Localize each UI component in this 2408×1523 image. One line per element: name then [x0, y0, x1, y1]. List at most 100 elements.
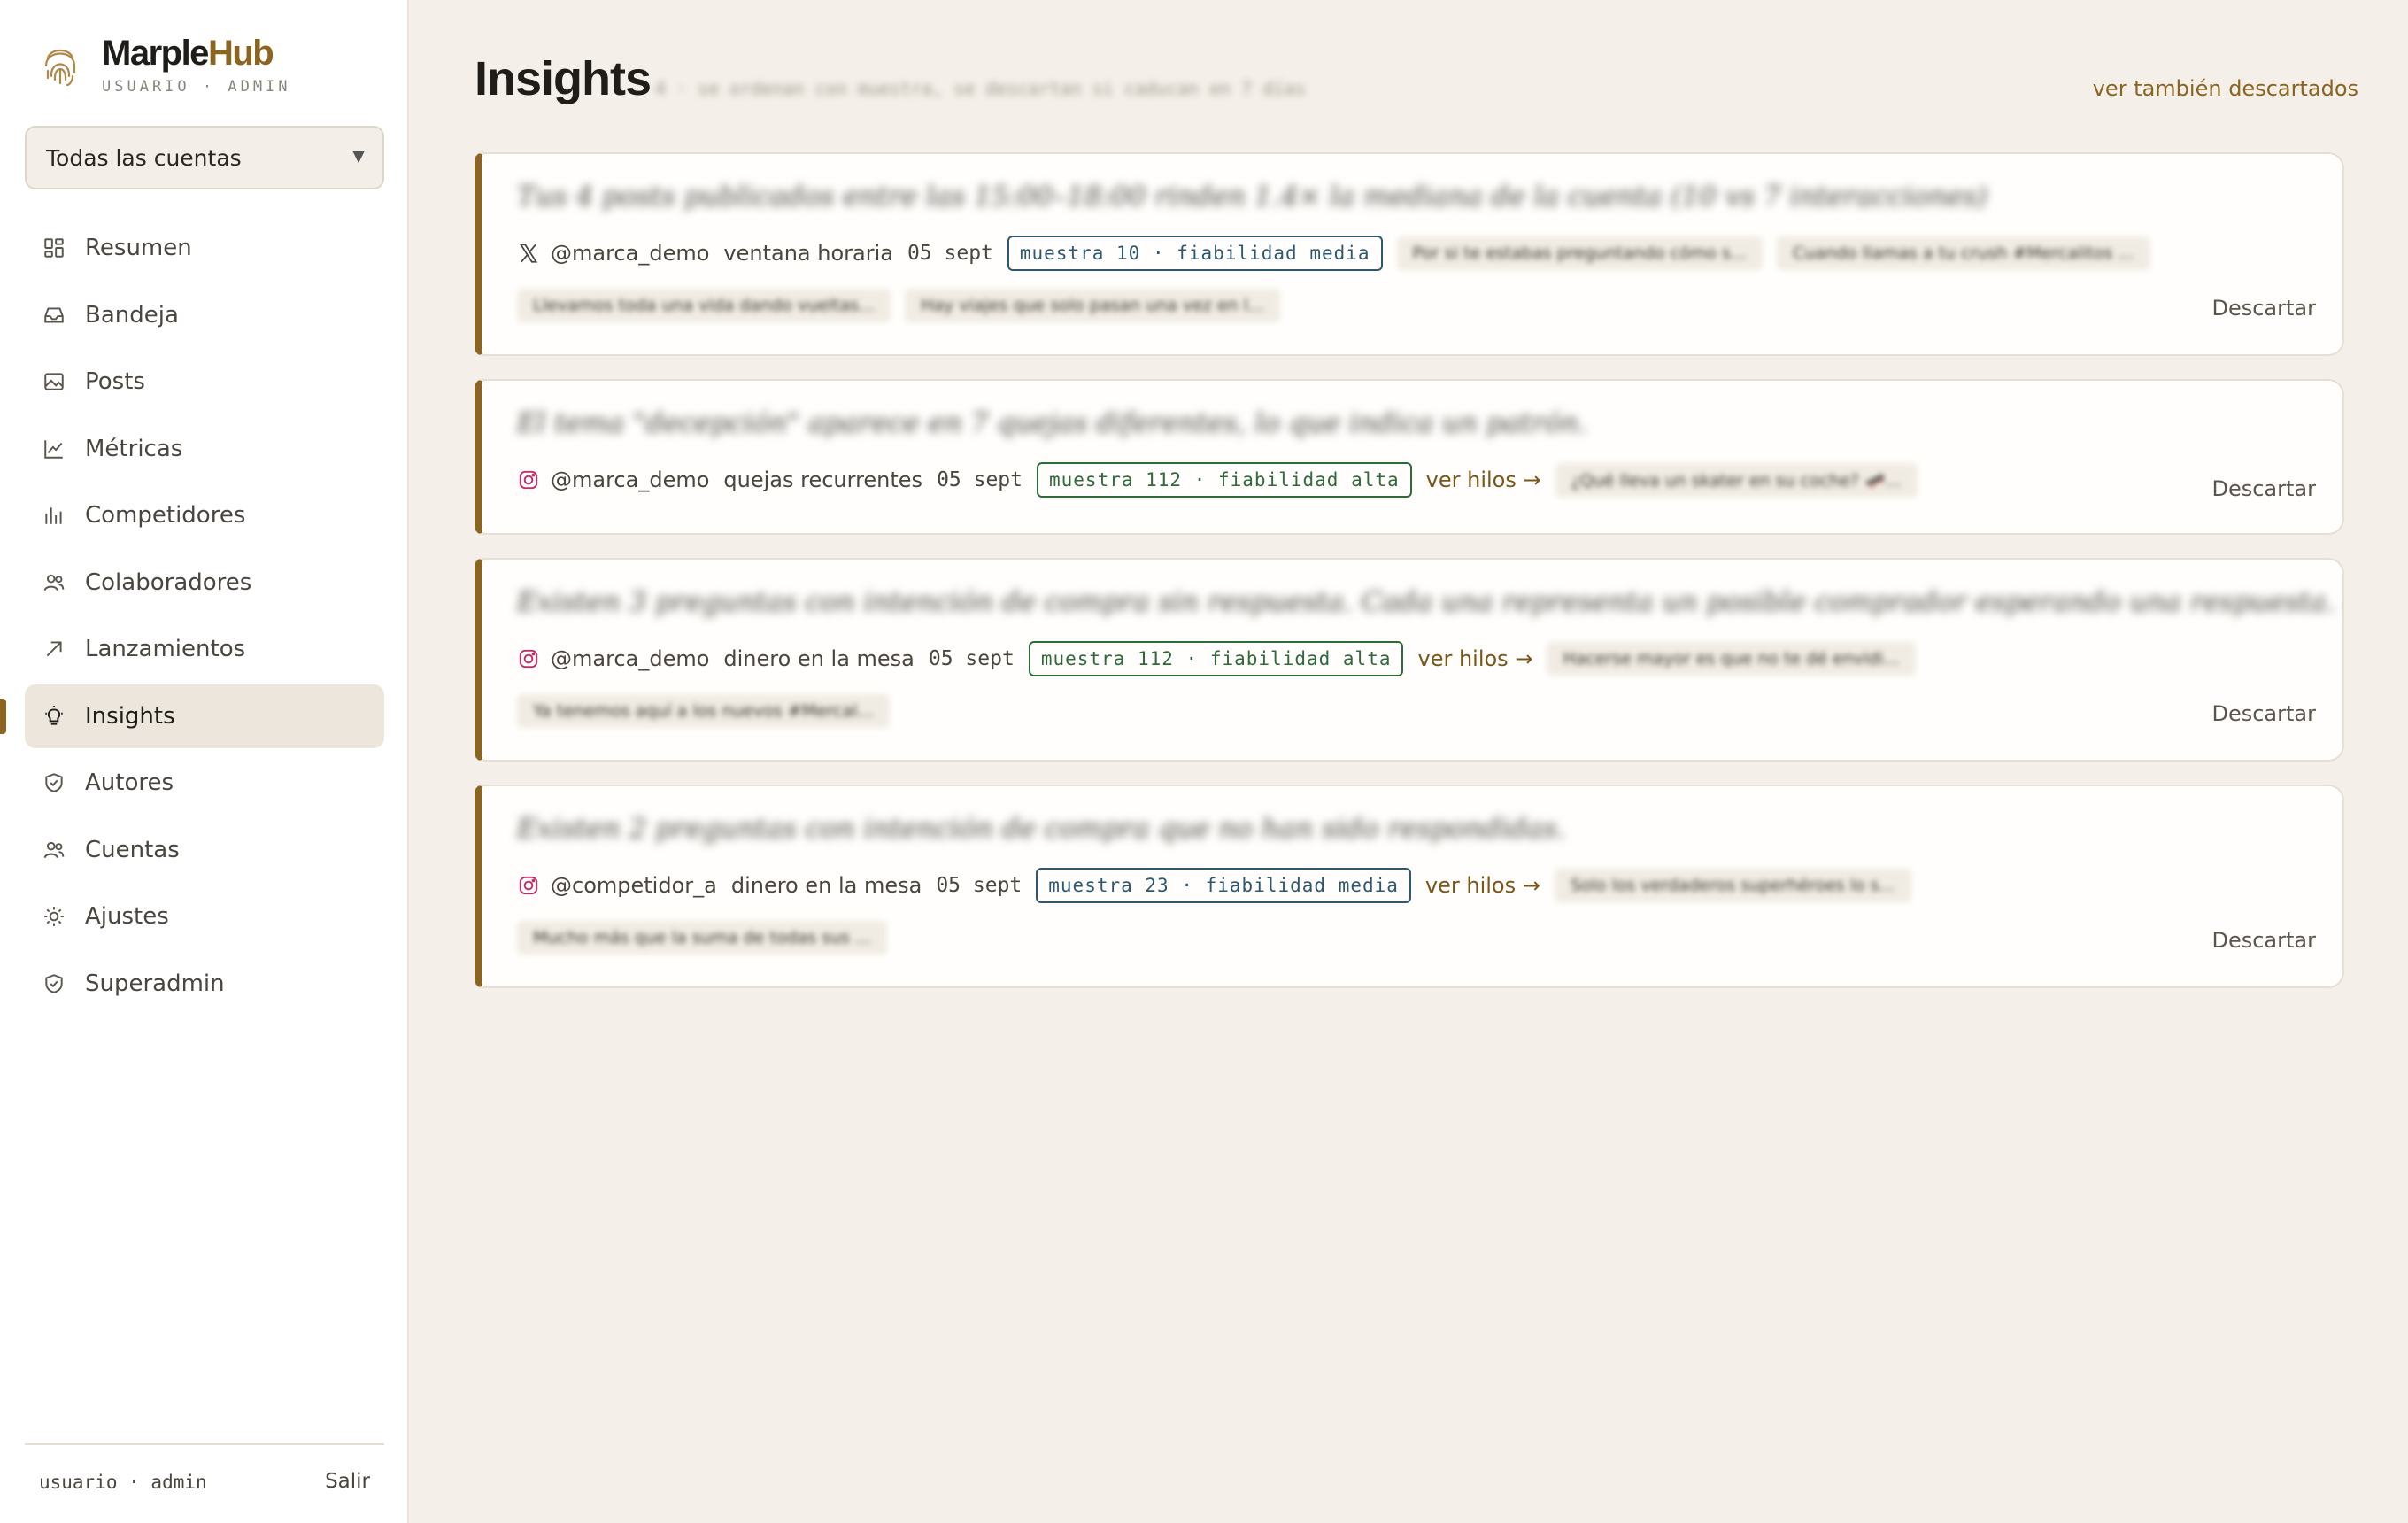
sample-reliability-badge: muestra 10 · fiabilidad media — [1007, 236, 1383, 271]
sidebar-nav: Resumen Bandeja Posts Métricas Competido… — [25, 216, 384, 1018]
page-subtitle: 4 · se ordenan con muestra, se descartan… — [655, 78, 1306, 99]
post-chip[interactable]: Por si te estabas preguntando cómo s... — [1396, 236, 1763, 270]
image-icon — [44, 373, 64, 390]
shield-check-icon — [45, 773, 63, 792]
sidebar-item-label: Cuentas — [85, 836, 180, 863]
insight-title: Existen 3 preguntas con intención de com… — [517, 586, 2335, 618]
users-icon — [43, 841, 65, 858]
view-threads-link[interactable]: ver hilos → — [1417, 646, 1532, 671]
sidebar-item-resumen[interactable]: Resumen — [25, 216, 384, 280]
insight-kind: dinero en la mesa — [723, 646, 915, 671]
brand[interactable]: MarpleHub USUARIO · ADMIN — [42, 34, 379, 104]
insight-card: Tus 4 posts publicados entre las 15:00–1… — [475, 152, 2344, 356]
sidebar-item-label: Bandeja — [85, 301, 179, 329]
post-chip[interactable]: Ya tenemos aquí a los nuevos #Mercal... — [517, 694, 890, 728]
insight-list: Tus 4 posts publicados entre las 15:00–1… — [475, 152, 2344, 1011]
users-icon — [43, 574, 65, 591]
sidebar: MarpleHub USUARIO · ADMIN Todas las cuen… — [0, 0, 409, 1523]
sidebar-item-label: Resumen — [85, 235, 192, 261]
insight-card: El tema "decepción" aparece en 7 quejas … — [475, 379, 2344, 535]
dismiss-button[interactable]: Descartar — [2211, 476, 2316, 501]
insight-meta: @competidor_a dinero en la mesa 05 sept … — [517, 868, 2270, 972]
account-handle: @competidor_a — [551, 873, 717, 898]
post-chip[interactable]: Cuando llamas a tu crush #Mercalitos ... — [1776, 236, 2150, 270]
sidebar-item-bandeja[interactable]: Bandeja — [25, 283, 384, 347]
insight-card: Existen 2 preguntas con intención de com… — [475, 785, 2344, 988]
view-threads-link[interactable]: ver hilos → — [1425, 873, 1540, 898]
sidebar-item-competidores[interactable]: Competidores — [25, 483, 384, 547]
dismiss-button[interactable]: Descartar — [2211, 701, 2316, 726]
insight-card: Existen 3 preguntas con intención de com… — [475, 558, 2344, 762]
post-chip[interactable]: Hay viajes que solo pasan una vez en l..… — [905, 289, 1280, 322]
sidebar-item-autores[interactable]: Autores — [25, 751, 384, 815]
instagram-icon — [519, 876, 538, 895]
sidebar-item-label: Ajustes — [85, 903, 169, 930]
account-select-value: Todas las cuentas — [46, 144, 242, 171]
post-chip[interactable]: ¿Qué lleva un skater en su coche? 🛹... — [1555, 462, 1918, 498]
sidebar-footer: usuario · admin Salir — [25, 1443, 384, 1505]
lightbulb-icon — [45, 705, 63, 725]
sidebar-item-label: Competidores — [85, 502, 246, 529]
sidebar-item-lanzamientos[interactable]: Lanzamientos — [25, 617, 384, 681]
account-handle: @marca_demo — [551, 468, 710, 492]
dismiss-button[interactable]: Descartar — [2211, 296, 2316, 321]
brand-subtitle: USUARIO · ADMIN — [102, 78, 291, 96]
post-chip[interactable]: Mucho más que la suma de todas sus ... — [517, 921, 888, 955]
insight-date: 05 sept — [907, 242, 993, 265]
insight-date: 05 sept — [937, 468, 1023, 491]
sidebar-item-label: Insights — [85, 702, 175, 730]
arrow-up-right-icon — [46, 641, 62, 657]
fingerprint-logo-icon — [44, 49, 76, 87]
insight-kind: dinero en la mesa — [730, 873, 922, 898]
account-handle: @marca_demo — [551, 241, 710, 266]
sidebar-item-insights[interactable]: Insights — [25, 684, 384, 748]
sidebar-item-colaboradores[interactable]: Colaboradores — [25, 551, 384, 615]
account-select[interactable]: Todas las cuentas ▼ — [25, 126, 384, 189]
main-content: Insights 4 · se ordenan con muestra, se … — [411, 0, 2408, 1523]
sidebar-item-ajustes[interactable]: Ajustes — [25, 885, 384, 948]
sample-reliability-badge: muestra 23 · fiabilidad media — [1036, 868, 1411, 903]
sidebar-item-label: Lanzamientos — [85, 636, 246, 662]
insight-kind: ventana horaria — [723, 241, 893, 266]
insight-meta: @marca_demo ventana horaria 05 sept mues… — [517, 236, 2270, 340]
sidebar-item-metricas[interactable]: Métricas — [25, 417, 384, 481]
post-chip[interactable]: Llevamos toda una vida dando vueltas... — [517, 289, 891, 322]
see-discarded-link[interactable]: ver también descartados — [2093, 76, 2358, 101]
bar-chart-icon — [45, 507, 62, 524]
page-title: Insights — [475, 52, 652, 105]
sidebar-item-label: Posts — [85, 368, 145, 395]
post-chip[interactable]: Hacerse mayor es que no te dé envidi... — [1547, 642, 1916, 676]
view-threads-link[interactable]: ver hilos → — [1426, 468, 1541, 492]
line-chart-icon — [44, 439, 63, 459]
x-icon — [519, 244, 538, 263]
sun-gear-icon — [44, 907, 64, 926]
insight-title: El tema "decepción" aparece en 7 quejas … — [517, 407, 1588, 439]
brand-name: MarpleHub — [102, 34, 274, 73]
insight-meta: @marca_demo quejas recurrentes 05 sept m… — [517, 462, 2270, 515]
inbox-icon — [44, 306, 64, 323]
instagram-icon — [519, 470, 538, 490]
sidebar-item-label: Métricas — [85, 435, 183, 462]
post-chip[interactable]: Solo los verdaderos superhéroes lo s... — [1554, 869, 1911, 902]
sidebar-item-label: Colaboradores — [85, 568, 252, 596]
insight-title: Existen 2 preguntas con intención de com… — [517, 813, 1566, 845]
instagram-icon — [519, 649, 538, 669]
insight-kind: quejas recurrentes — [723, 468, 923, 492]
insight-title: Tus 4 posts publicados entre las 15:00–1… — [517, 181, 1988, 213]
sidebar-item-posts[interactable]: Posts — [25, 350, 384, 414]
sample-reliability-badge: muestra 112 · fiabilidad alta — [1037, 462, 1412, 498]
shield-check-icon — [45, 973, 63, 993]
sidebar-item-cuentas[interactable]: Cuentas — [25, 818, 384, 882]
account-handle: @marca_demo — [551, 646, 710, 671]
logout-button[interactable]: Salir — [325, 1470, 370, 1493]
insight-date: 05 sept — [928, 647, 1015, 670]
insight-meta: @marca_demo dinero en la mesa 05 sept mu… — [517, 641, 2270, 746]
chevron-down-icon: ▼ — [352, 147, 365, 166]
dashboard-icon — [44, 238, 64, 258]
sample-reliability-badge: muestra 112 · fiabilidad alta — [1028, 641, 1404, 676]
current-user: usuario · admin — [39, 1472, 207, 1493]
sidebar-item-label: Autores — [85, 769, 174, 796]
sidebar-item-superadmin[interactable]: Superadmin — [25, 952, 384, 1016]
dismiss-button[interactable]: Descartar — [2211, 928, 2316, 953]
active-nav-indicator — [0, 699, 6, 734]
